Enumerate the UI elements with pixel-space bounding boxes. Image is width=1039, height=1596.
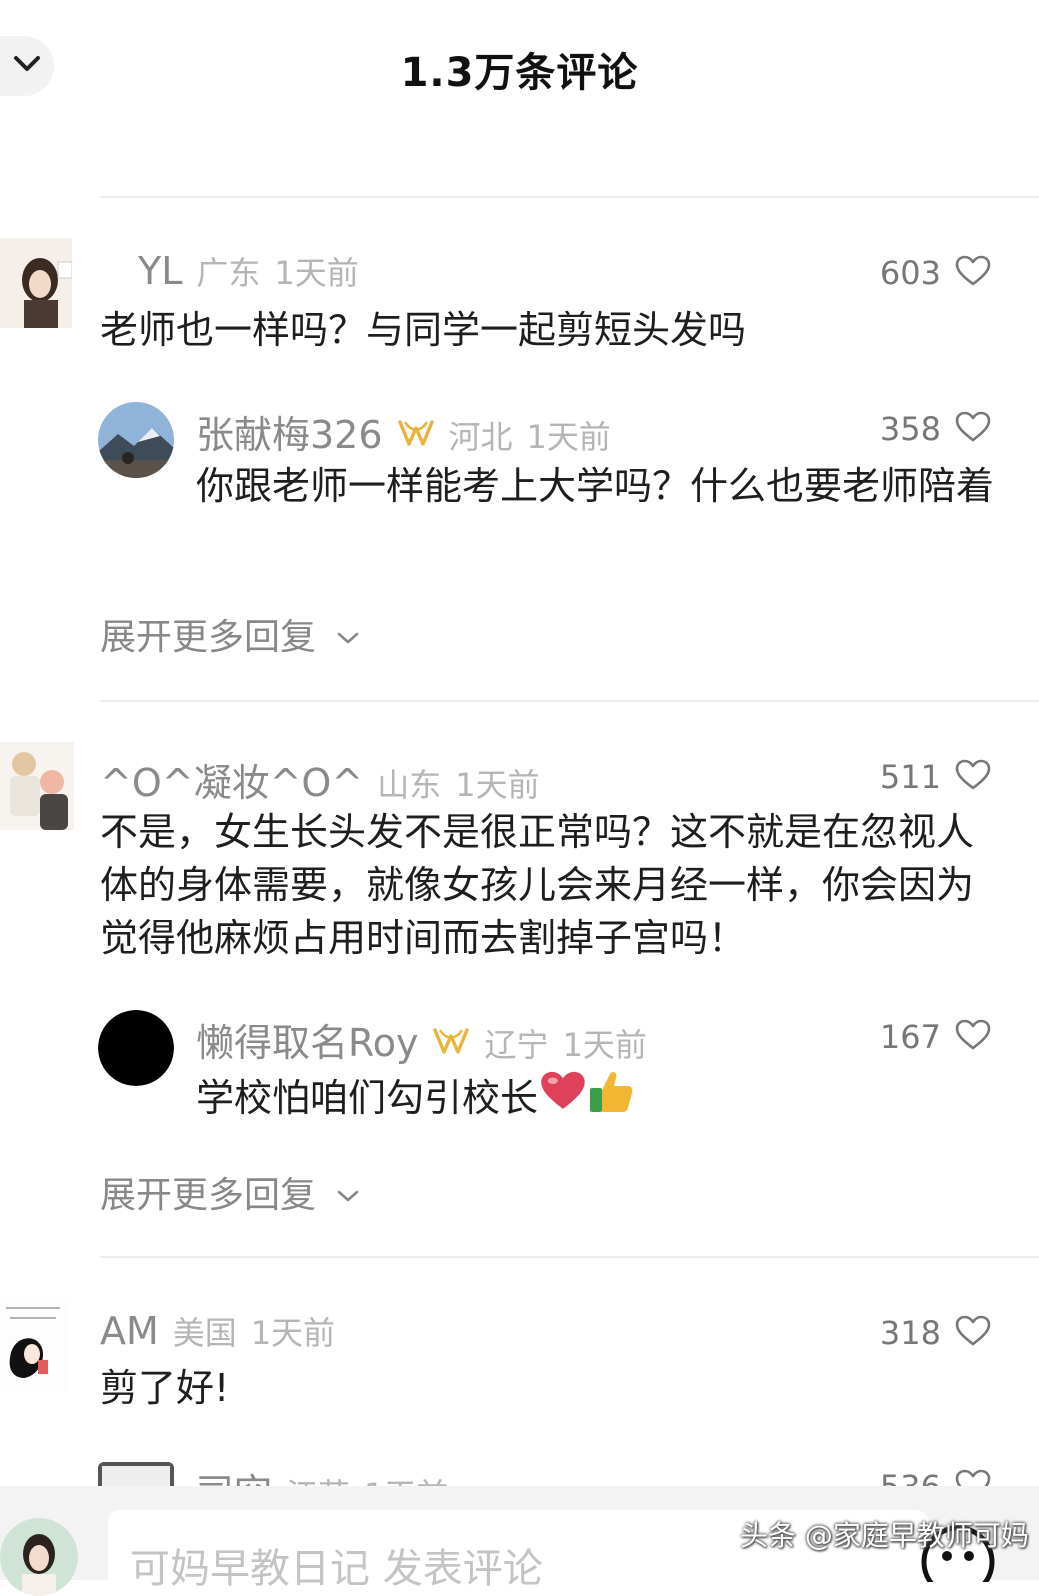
avatar[interactable] [0, 238, 72, 328]
my-avatar[interactable] [0, 1518, 78, 1596]
region-label: 广东 [196, 254, 261, 292]
avatar[interactable] [0, 1298, 66, 1392]
avatar[interactable] [98, 1010, 174, 1086]
like-button[interactable]: 358 [880, 410, 991, 448]
comment-text: 剪了好! [100, 1366, 230, 1410]
region-label: 河北 [448, 418, 513, 456]
region-label: 辽宁 [484, 1026, 549, 1064]
username[interactable]: 懒得取名Roy [196, 1012, 418, 1067]
comment-input-placeholder: 可妈早教日记 发表评论 [130, 1546, 543, 1592]
divider [100, 196, 1039, 198]
timestamp: 1天前 [274, 254, 359, 292]
vip-badge-icon [432, 1026, 470, 1060]
expand-replies-label: 展开更多回复 [100, 1175, 317, 1216]
reply-meta: 懒得取名Roy 辽宁 1天前 [196, 1012, 647, 1067]
thumbs-up-icon [588, 1068, 634, 1128]
watermark: 头条 @家庭早教师可妈 [740, 1519, 1029, 1552]
reply-text: 学校怕咱们勾引校长 [196, 1075, 539, 1120]
timestamp: 1天前 [562, 1026, 647, 1064]
heart-outline-icon [955, 759, 991, 795]
expand-replies-button[interactable]: 展开更多回复 [100, 1166, 360, 1218]
like-count: 603 [879, 254, 941, 292]
comment-meta: AM 美国 1天前 [100, 1308, 335, 1354]
region-label: 山东 [377, 766, 442, 804]
heart-emoji-icon [540, 1070, 586, 1126]
chevron-down-icon [316, 614, 360, 655]
comment-meta: ^O^凝妆^O^ 山东 1天前 [100, 752, 540, 807]
divider [100, 1256, 1039, 1258]
like-count: 167 [879, 1018, 941, 1056]
page-title: 1.3万条评论 [400, 50, 639, 96]
comment-meta: YL 广东 1天前 [138, 248, 359, 294]
timestamp: 1天前 [250, 1314, 336, 1352]
like-button[interactable]: 603 [880, 254, 991, 292]
like-button[interactable]: 318 [880, 1314, 991, 1352]
divider [100, 700, 1039, 702]
timestamp: 1天前 [455, 766, 540, 804]
emoji-face-icon [918, 1525, 998, 1596]
comment-text: 不是，女生长头发不是很正常吗？这不就是在忽视人体的身体需要，就像女孩儿会来月经一… [100, 810, 975, 960]
reply-text-row: 学校怕咱们勾引校长 [196, 1068, 634, 1128]
heart-outline-icon [955, 1019, 991, 1055]
region-label: 美国 [172, 1314, 237, 1352]
timestamp: 1天前 [526, 418, 611, 456]
like-button[interactable]: 511 [880, 758, 991, 796]
like-count: 358 [879, 410, 941, 448]
reply-text: 你跟老师一样能考上大学吗？什么也要老师陪着 [196, 464, 995, 508]
comment-text: 老师也一样吗？与同学一起剪短头发吗 [100, 308, 747, 352]
heart-outline-icon [955, 255, 991, 291]
username[interactable]: AM [100, 1309, 159, 1353]
vip-badge-icon [397, 418, 435, 452]
heart-outline-icon [955, 1315, 991, 1351]
username[interactable]: ^O^凝妆^O^ [100, 752, 363, 807]
heart-outline-icon [955, 411, 991, 447]
avatar[interactable] [0, 742, 74, 830]
expand-replies-button[interactable]: 展开更多回复 [100, 608, 360, 660]
like-button[interactable]: 167 [880, 1018, 991, 1056]
comments-header: 1.3万条评论 [0, 0, 1039, 140]
reply-meta: 张献梅326 河北 1天前 [196, 404, 611, 459]
avatar[interactable] [98, 402, 174, 478]
chevron-down-icon [316, 1172, 360, 1213]
username[interactable]: 张献梅326 [196, 404, 383, 459]
like-count: 318 [879, 1314, 941, 1352]
like-count: 511 [879, 758, 941, 796]
username[interactable]: YL [138, 249, 182, 293]
expand-replies-label: 展开更多回复 [100, 617, 317, 658]
